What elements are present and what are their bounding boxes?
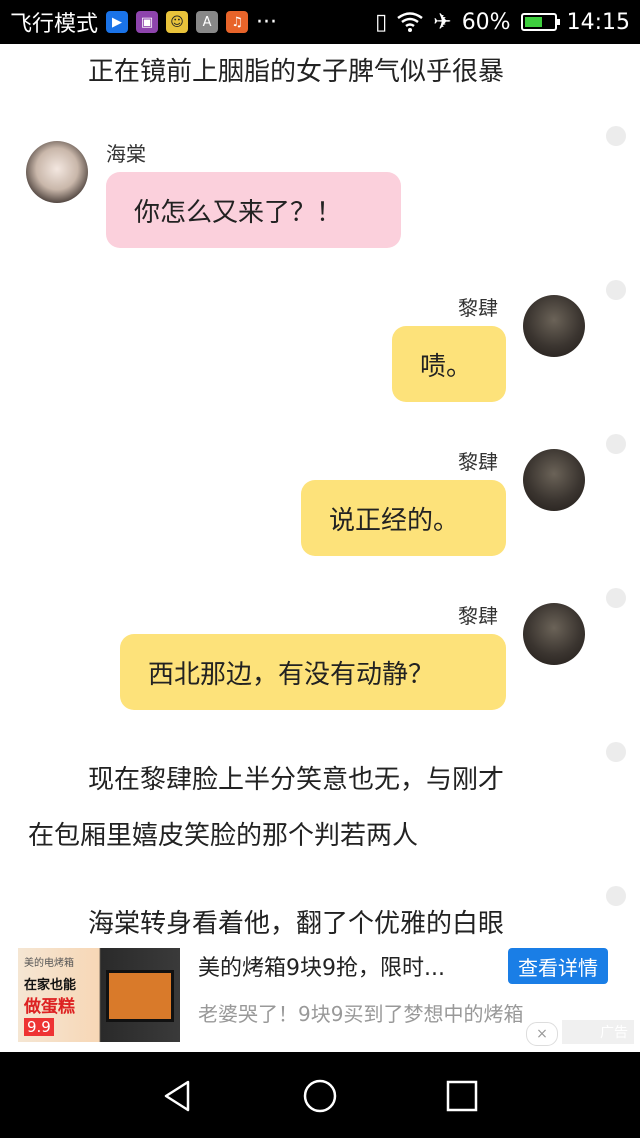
clock: 14:15 xyxy=(566,9,630,35)
font-icon: A xyxy=(196,11,219,33)
avatar-lisi[interactable] xyxy=(523,603,585,665)
chat-icon: ☺ xyxy=(166,11,189,33)
airplane-icon: ✈ xyxy=(433,9,452,35)
avatar-lisi[interactable] xyxy=(523,449,585,511)
play-store-icon: ▶ xyxy=(106,11,129,33)
scroll-dot xyxy=(606,742,626,762)
message-bubble: 啧。 xyxy=(392,326,506,402)
ad-image-caption: 美的电烤箱 xyxy=(24,958,74,969)
ad-image-price: 9.9 xyxy=(24,1018,54,1036)
message-bubble: 说正经的。 xyxy=(301,480,506,556)
speaker-name: 黎肆 xyxy=(458,450,498,474)
speaker-name: 海棠 xyxy=(106,142,146,166)
wifi-icon xyxy=(397,12,423,32)
recents-icon[interactable] xyxy=(444,1078,480,1114)
speaker-name: 黎肆 xyxy=(458,604,498,628)
ad-image-headline: 在家也能 xyxy=(24,978,77,993)
story-intro: 正在镜前上胭脂的女子脾气似乎很暴 xyxy=(88,57,505,87)
battery-percent: 60% xyxy=(461,9,511,35)
scroll-dot xyxy=(606,434,626,454)
ad-image-headline: 做蛋糕 xyxy=(24,997,75,1017)
ad-title[interactable]: 美的烤箱9块9抢，限时... xyxy=(198,950,498,982)
scroll-dot xyxy=(606,588,626,608)
speaker-name: 黎肆 xyxy=(458,296,498,320)
chat-story-content[interactable]: 正在镜前上胭脂的女子脾气似乎很暴 海棠 你怎么又来了？！ 黎肆 啧。 黎肆 说正… xyxy=(0,44,640,944)
story-narration: 在包厢里嬉皮笑脸的那个判若两人 xyxy=(28,821,419,851)
more-icon: ··· xyxy=(256,9,277,35)
music-icon: ♫ xyxy=(226,11,249,33)
avatar-lisi[interactable] xyxy=(523,295,585,357)
avatar-haitang[interactable] xyxy=(26,141,88,203)
oven-image xyxy=(106,970,174,1022)
ad-subtitle[interactable]: 老婆哭了！9块9买到了梦想中的烤箱 xyxy=(198,998,523,1027)
home-icon[interactable] xyxy=(302,1078,338,1114)
gallery-icon: ▣ xyxy=(136,11,159,33)
ad-label: 广告 xyxy=(562,1020,634,1044)
ad-close-button[interactable]: × xyxy=(526,1022,558,1046)
status-bar: 飞行模式 ▶ ▣ ☺ A ♫ ··· ▯ ✈ 60% 14:15 xyxy=(0,0,640,44)
message-bubble: 西北那边，有没有动静？ xyxy=(120,634,506,710)
ad-banner[interactable]: 美的电烤箱 在家也能 做蛋糕 9.9 美的烤箱9块9抢，限时... 查看详情 老… xyxy=(0,944,640,1052)
view-details-button[interactable]: 查看详情 xyxy=(508,948,608,984)
message-bubble: 你怎么又来了？！ xyxy=(106,172,401,248)
scroll-dot xyxy=(606,280,626,300)
navigation-bar xyxy=(0,1052,640,1138)
story-narration: 海棠转身看着他，翻了个优雅的白眼 xyxy=(88,909,505,939)
ad-image[interactable]: 美的电烤箱 在家也能 做蛋糕 9.9 xyxy=(18,948,180,1042)
back-icon[interactable] xyxy=(160,1078,196,1114)
vibrate-icon: ▯ xyxy=(375,9,388,35)
scroll-dot xyxy=(606,886,626,906)
scroll-dot xyxy=(606,126,626,146)
battery-icon xyxy=(520,13,560,31)
story-narration: 现在黎肆脸上半分笑意也无，与刚才 xyxy=(88,765,505,795)
airplane-mode-label: 飞行模式 xyxy=(10,12,99,37)
